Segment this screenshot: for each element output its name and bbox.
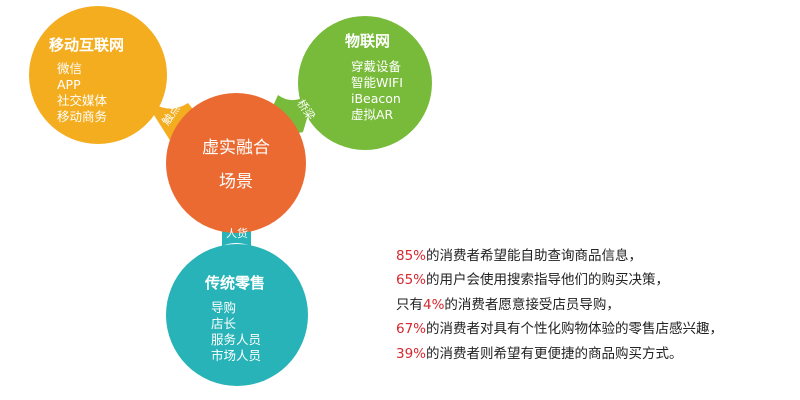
node-center <box>166 93 306 233</box>
mobile-title: 移动互联网 <box>49 36 124 54</box>
mobile-item: 社交媒体 <box>57 93 108 108</box>
retail-item: 服务人员 <box>211 332 261 347</box>
iot-item: iBeacon <box>351 91 401 106</box>
stat-percent: 85% <box>396 248 427 264</box>
retail-item: 导购 <box>211 300 236 315</box>
iot-item: 虚拟AR <box>351 107 394 122</box>
stat-percent: 67% <box>396 321 427 338</box>
stat-text: 的用户会使用搜索指导他们的购买决策， <box>426 272 670 289</box>
retail-title: 传统零售 <box>204 274 265 292</box>
stat-percent: 4% <box>423 296 445 313</box>
center-title: 虚实融合 <box>202 138 270 158</box>
stat-percent: 65% <box>396 272 427 289</box>
stat-line: 39%的消费者则希望有更便捷的商品购买方式。 <box>396 342 723 366</box>
stat-text: 的消费者对具有个性化购物体验的零售店感兴趣， <box>426 321 724 338</box>
connector-label-retail: 人货 <box>226 226 248 240</box>
stats-list: 85%的消费者希望能自助查询商品信息， 65%的用户会使用搜索指导他们的购买决策… <box>396 244 723 366</box>
stat-text: 的消费者则希望有更便捷的商品购买方式。 <box>426 345 683 362</box>
mobile-item: 微信 <box>57 61 82 76</box>
stat-text: 的消费者希望能自助查询商品信息， <box>426 248 643 264</box>
stat-line: 67%的消费者对具有个性化购物体验的零售店感兴趣， <box>396 317 723 341</box>
retail-item: 店长 <box>211 316 237 331</box>
stat-line: 65%的用户会使用搜索指导他们的购买决策， <box>396 268 723 292</box>
stat-line: 85%的消费者希望能自助查询商品信息， <box>396 244 723 268</box>
iot-item: 穿戴设备 <box>351 59 402 74</box>
center-subtitle: 场景 <box>219 172 253 192</box>
iot-title: 物联网 <box>345 32 390 50</box>
mobile-item: 移动商务 <box>57 109 107 124</box>
stat-line: 只有4%的消费者愿意接受店员导购， <box>396 293 723 317</box>
node-retail <box>166 244 308 386</box>
stat-text: 的消费者愿意接受店员导购， <box>444 296 620 313</box>
mobile-item: APP <box>57 77 81 92</box>
retail-item: 市场人员 <box>211 348 261 363</box>
stat-prefix: 只有 <box>396 296 423 313</box>
stat-percent: 39% <box>396 345 427 362</box>
iot-item: 智能WIFI <box>351 75 403 90</box>
